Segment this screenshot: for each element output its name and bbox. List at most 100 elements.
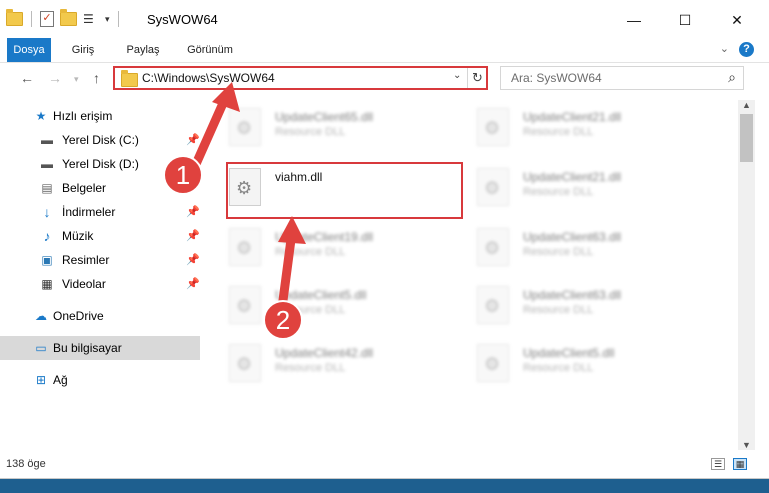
drive-icon: ▬ (41, 157, 53, 171)
window-title: SysWOW64 (147, 12, 218, 27)
list-item[interactable]: ⚙ UpdateClient65.dll Resource DLL (205, 102, 445, 157)
computer-icon: ▭ (35, 341, 47, 355)
tab-file[interactable]: Dosya (7, 38, 51, 62)
file-name: UpdateClient19.dll (275, 230, 374, 244)
back-arrow-icon[interactable]: ← (20, 70, 34, 86)
sidebar-item-onedrive[interactable]: ☁ OneDrive (0, 304, 200, 328)
view-options-icon[interactable]: ☰ (83, 12, 99, 26)
forward-arrow-icon[interactable]: → (48, 70, 62, 86)
title-bar: ✓ ☰ ▾ SysWOW64 — ☐ ✕ (0, 0, 769, 38)
pin-icon[interactable]: 📌 (186, 128, 200, 152)
large-icons-view-icon[interactable]: ▦ (733, 458, 747, 470)
sidebar-item-label: Belgeler (62, 181, 107, 195)
scroll-up-icon[interactable]: ▲ (738, 100, 755, 110)
chevron-down-icon[interactable]: ⌄ (720, 42, 729, 55)
pin-icon[interactable]: 📌 (186, 200, 200, 224)
step-1-badge: 1 (163, 155, 203, 195)
tab-home[interactable]: Giriş (66, 38, 100, 62)
chevron-down-icon[interactable]: ⌄ (453, 70, 461, 81)
list-item[interactable]: ⚙ UpdateClient42.dll Resource DLL (205, 338, 445, 393)
search-icon[interactable]: ⌕ (728, 69, 736, 86)
divider (117, 11, 119, 27)
sidebar-item-label: Ağ (53, 373, 68, 387)
sidebar-item-label: Bu bilgisayar (53, 341, 122, 355)
sidebar-item-pictures[interactable]: ▣ Resimler 📌 (0, 248, 200, 272)
folder-icon (6, 9, 23, 26)
sidebar-item-downloads[interactable]: ↓ İndirmeler 📌 (0, 200, 200, 224)
sidebar-item-label: Yerel Disk (C:) (62, 133, 139, 147)
picture-icon: ▣ (41, 253, 53, 267)
status-item-count: 138 öge (6, 458, 46, 470)
search-box[interactable]: ⌕ (500, 66, 744, 90)
gear-icon: ⚙ (477, 286, 509, 324)
sidebar-item-label: OneDrive (53, 309, 104, 323)
file-name: UpdateClient5.dll (523, 346, 615, 360)
refresh-icon[interactable]: ↻ (467, 68, 487, 88)
file-list: ⚙ UpdateClient65.dll Resource DLL ⚙ viah… (205, 100, 737, 450)
pin-icon[interactable]: 📌 (186, 224, 200, 248)
cloud-icon: ☁ (35, 309, 47, 323)
address-path[interactable]: C:\Windows\SysWOW64 (142, 71, 275, 85)
close-button[interactable]: ✕ (714, 9, 760, 31)
search-input[interactable] (509, 70, 713, 86)
list-item[interactable]: ⚙ UpdateClient63.dll Resource DLL (453, 222, 693, 277)
tab-share[interactable]: Paylaş (122, 38, 164, 62)
details-view-icon[interactable]: ☰ (711, 458, 725, 470)
list-item[interactable]: ⚙ UpdateClient19.dll Resource DLL (205, 222, 445, 277)
list-item[interactable]: ⚙ UpdateClient21.dll Resource DLL (453, 162, 693, 217)
file-type: Resource DLL (523, 246, 594, 258)
list-item[interactable]: ⚙ UpdateClient21.dll Resource DLL (453, 102, 693, 157)
music-note-icon: ♪ (43, 228, 51, 244)
sidebar-item-videos[interactable]: ▦ Videolar 📌 (0, 272, 200, 296)
maximize-button[interactable]: ☐ (662, 9, 708, 31)
pin-icon[interactable]: 📌 (186, 272, 200, 296)
list-item[interactable]: ⚙ UpdateClient5.dll Resource DLL (205, 280, 445, 335)
file-type: Resource DLL (523, 126, 594, 138)
scroll-down-icon[interactable]: ▼ (738, 440, 755, 450)
sidebar-item-quick-access[interactable]: ★ Hızlı erişim (0, 104, 200, 128)
file-name: UpdateClient42.dll (275, 346, 374, 360)
file-type: Resource DLL (275, 126, 346, 138)
sidebar-item-label: Müzik (62, 229, 94, 243)
star-icon: ★ (35, 109, 47, 123)
vertical-scrollbar[interactable]: ▲ ▼ (738, 100, 755, 450)
scrollbar-thumb[interactable] (740, 114, 753, 162)
gear-icon: ⚙ (229, 108, 261, 146)
sidebar-item-this-pc[interactable]: ▭ Bu bilgisayar (0, 336, 200, 360)
document-icon: ▤ (41, 181, 53, 195)
explorer-window: ✓ ☰ ▾ SysWOW64 — ☐ ✕ Dosya Giriş Paylaş … (0, 0, 769, 479)
gear-icon: ⚙ (229, 228, 261, 266)
file-name: UpdateClient65.dll (275, 110, 374, 124)
address-bar[interactable]: C:\Windows\SysWOW64 ⌄ ↻ (113, 66, 488, 90)
help-icon[interactable]: ? (739, 42, 754, 57)
sidebar-item-music[interactable]: ♪ Müzik 📌 (0, 224, 200, 248)
gear-icon: ⚙ (477, 228, 509, 266)
gear-icon: ⚙ (229, 344, 261, 382)
properties-check-icon[interactable]: ✓ (40, 11, 54, 27)
step-2-badge: 2 (263, 300, 303, 340)
recent-chevron-icon[interactable]: ▾ (74, 74, 79, 85)
list-item[interactable]: ⚙ UpdateClient63.dll Resource DLL (453, 280, 693, 335)
new-folder-icon[interactable] (60, 9, 77, 26)
gear-icon: ⚙ (477, 108, 509, 146)
sidebar-item-network[interactable]: ⊞ Ağ (0, 368, 200, 392)
quick-access-toolbar: ✓ ☰ ▾ (6, 9, 121, 27)
list-item[interactable]: ⚙ UpdateClient5.dll Resource DLL (453, 338, 693, 393)
gear-icon: ⚙ (477, 168, 509, 206)
divider (31, 11, 32, 27)
file-type: Resource DLL (523, 186, 594, 198)
sidebar-item-label: Yerel Disk (D:) (62, 157, 139, 171)
ribbon-tabs: Dosya Giriş Paylaş Görünüm ⌄ ? (0, 38, 769, 63)
tab-view[interactable]: Görünüm (185, 38, 235, 62)
chevron-down-icon[interactable]: ▾ (105, 14, 110, 25)
drive-icon: ▬ (41, 133, 53, 147)
up-arrow-icon[interactable]: ↑ (93, 70, 100, 86)
navigation-pane: ★ Hızlı erişim ▬ Yerel Disk (C:) 📌 ▬ Yer… (0, 100, 202, 450)
gear-icon: ⚙ (229, 286, 261, 324)
minimize-button[interactable]: — (611, 9, 657, 31)
gear-icon: ⚙ (477, 344, 509, 382)
film-icon: ▦ (41, 277, 53, 291)
file-name: UpdateClient63.dll (523, 230, 622, 244)
pin-icon[interactable]: 📌 (186, 248, 200, 272)
sidebar-item-local-disk-c[interactable]: ▬ Yerel Disk (C:) 📌 (0, 128, 200, 152)
